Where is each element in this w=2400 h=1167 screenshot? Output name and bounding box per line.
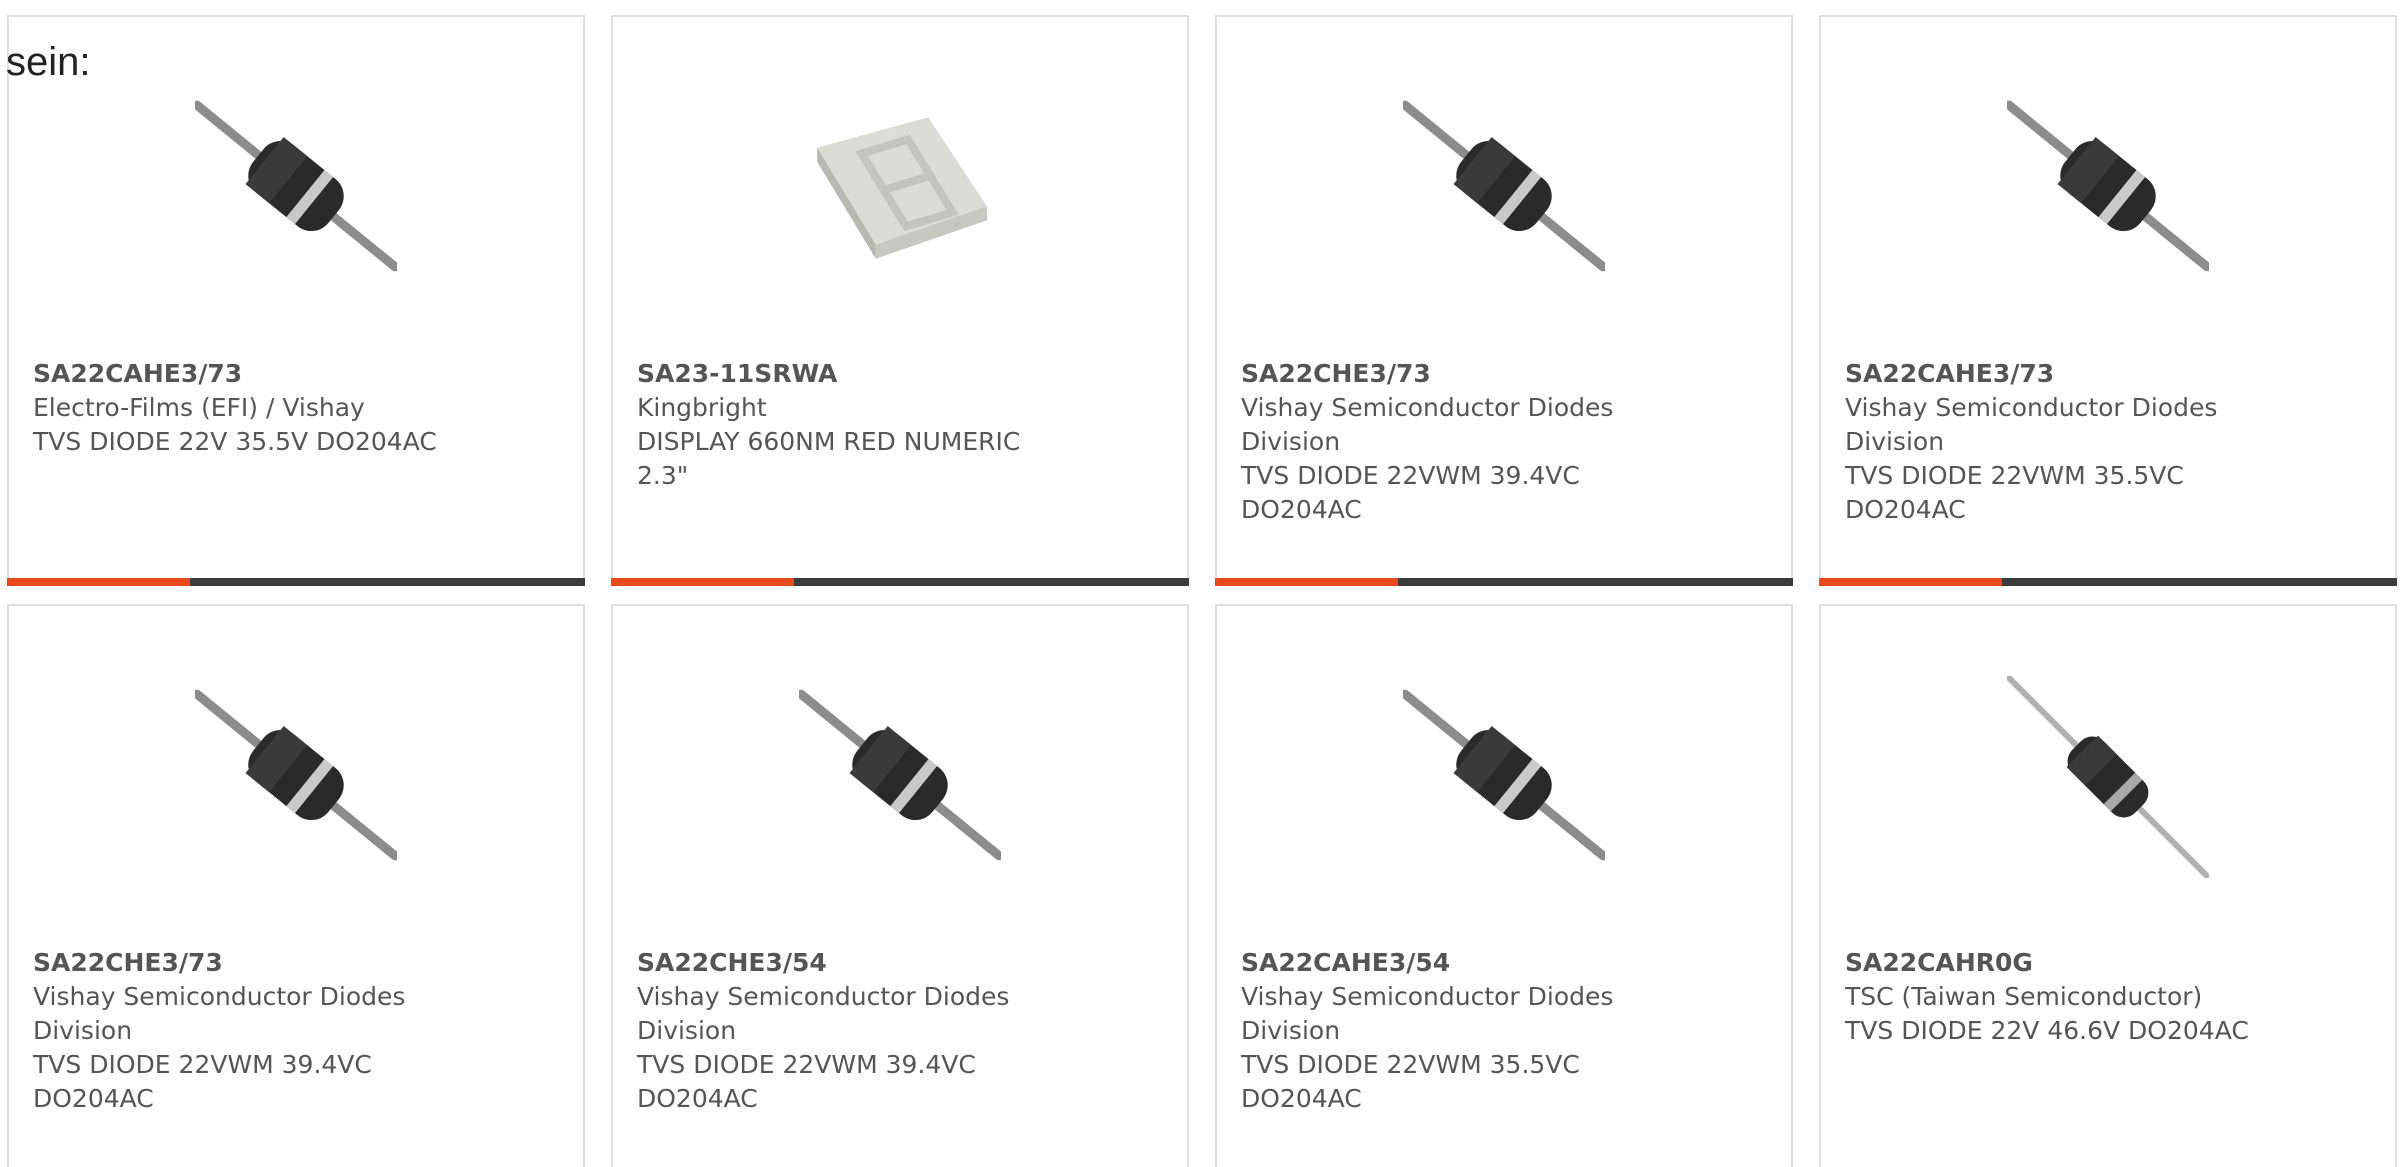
manufacturer: Electro-Films (EFI) / Vishay: [33, 393, 365, 422]
product-grid-page: sein: SA22CAHE3/73 Electro-Films (EFI) /…: [0, 0, 2400, 1167]
description: TVS DIODE 22VWM 39.4VC DO204AC: [33, 1050, 372, 1113]
product-info: SA22CHE3/73 Vishay Semiconductor Diodes …: [33, 946, 453, 1116]
product-card[interactable]: SA22CAHR0G TSC (Taiwan Semiconductor) TV…: [1819, 604, 2397, 1167]
part-number[interactable]: SA22CAHE3/73: [1845, 357, 2265, 391]
manufacturer: Vishay Semiconductor Diodes Division: [1241, 982, 1614, 1045]
card-footer-bar: [611, 578, 1189, 586]
product-card[interactable]: SA22CAHE3/54 Vishay Semiconductor Diodes…: [1215, 604, 1793, 1167]
card-footer-bar: [1819, 578, 2397, 586]
product-card[interactable]: SA22CHE3/73 Vishay Semiconductor Diodes …: [7, 604, 585, 1167]
part-number[interactable]: SA22CHE3/73: [33, 946, 453, 980]
product-card[interactable]: SA22CAHE3/73 Electro-Films (EFI) / Visha…: [7, 15, 585, 586]
description: TVS DIODE 22V 46.6V DO204AC: [1845, 1016, 2249, 1045]
diode-icon: [195, 87, 397, 289]
part-number[interactable]: SA22CAHR0G: [1845, 946, 2265, 980]
card-footer-bar: [1215, 578, 1793, 586]
product-card[interactable]: SA22CHE3/73 Vishay Semiconductor Diodes …: [1215, 15, 1793, 586]
manufacturer: Vishay Semiconductor Diodes Division: [1241, 393, 1614, 456]
description: TVS DIODE 22VWM 35.5VC DO204AC: [1845, 461, 2184, 524]
description: DISPLAY 660NM RED NUMERIC 2.3": [637, 427, 1021, 490]
description: TVS DIODE 22VWM 35.5VC DO204AC: [1241, 1050, 1580, 1113]
seven-segment-display-icon: [799, 87, 1001, 289]
manufacturer: Vishay Semiconductor Diodes Division: [1845, 393, 2218, 456]
diode-icon: [195, 676, 397, 878]
diode-icon: [799, 676, 1001, 878]
diode-icon: [1403, 676, 1605, 878]
product-card[interactable]: SA23-11SRWA Kingbright DISPLAY 660NM RED…: [611, 15, 1189, 586]
diode-icon: [2007, 676, 2209, 878]
description: TVS DIODE 22VWM 39.4VC DO204AC: [1241, 461, 1580, 524]
manufacturer: Vishay Semiconductor Diodes Division: [637, 982, 1010, 1045]
product-info: SA22CHE3/54 Vishay Semiconductor Diodes …: [637, 946, 1057, 1116]
part-number[interactable]: SA22CHE3/54: [637, 946, 1057, 980]
part-number[interactable]: SA22CAHE3/54: [1241, 946, 1661, 980]
product-info: SA22CAHE3/73 Electro-Films (EFI) / Visha…: [33, 357, 453, 459]
card-accent: [1819, 578, 2002, 586]
product-card[interactable]: SA22CHE3/54 Vishay Semiconductor Diodes …: [611, 604, 1189, 1167]
description: TVS DIODE 22VWM 39.4VC DO204AC: [637, 1050, 976, 1113]
manufacturer: Vishay Semiconductor Diodes Division: [33, 982, 406, 1045]
product-info: SA22CAHE3/54 Vishay Semiconductor Diodes…: [1241, 946, 1661, 1116]
diode-icon: [1403, 87, 1605, 289]
card-accent: [1215, 578, 1398, 586]
description: TVS DIODE 22V 35.5V DO204AC: [33, 427, 437, 456]
diode-icon: [2007, 87, 2209, 289]
product-info: SA22CAHR0G TSC (Taiwan Semiconductor) TV…: [1845, 946, 2265, 1048]
part-number[interactable]: SA22CAHE3/73: [33, 357, 453, 391]
card-accent: [611, 578, 794, 586]
card-accent: [7, 578, 190, 586]
product-card[interactable]: SA22CAHE3/73 Vishay Semiconductor Diodes…: [1819, 15, 2397, 586]
intro-text: sein:: [6, 40, 91, 84]
manufacturer: TSC (Taiwan Semiconductor): [1845, 982, 2203, 1011]
part-number[interactable]: SA22CHE3/73: [1241, 357, 1661, 391]
product-info: SA23-11SRWA Kingbright DISPLAY 660NM RED…: [637, 357, 1057, 493]
card-footer-bar: [7, 578, 585, 586]
manufacturer: Kingbright: [637, 393, 767, 422]
part-number[interactable]: SA23-11SRWA: [637, 357, 1057, 391]
product-info: SA22CHE3/73 Vishay Semiconductor Diodes …: [1241, 357, 1661, 527]
product-info: SA22CAHE3/73 Vishay Semiconductor Diodes…: [1845, 357, 2265, 527]
